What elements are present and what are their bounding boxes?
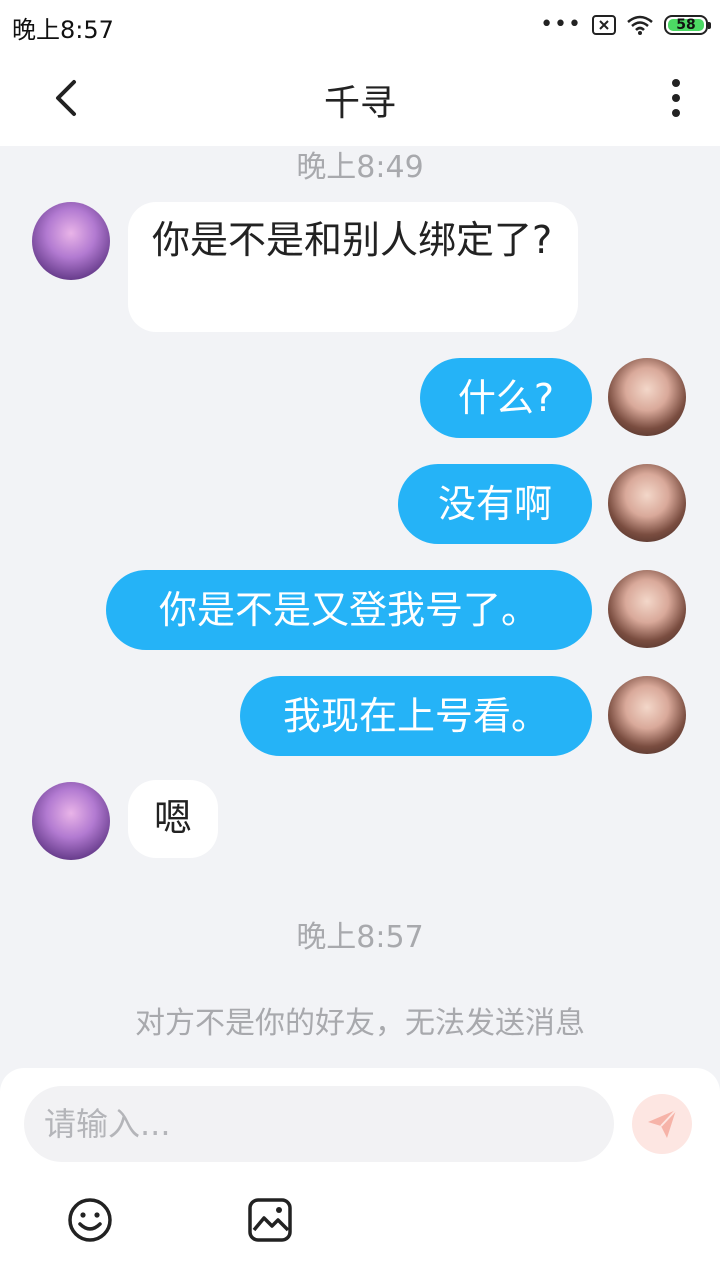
status-bar: 晚上8:57 ••• 58	[0, 0, 720, 50]
input-panel	[0, 1068, 720, 1280]
timestamp: 晚上8:49	[296, 150, 424, 185]
more-dots-icon: •••	[540, 12, 582, 37]
message-bubble-incoming: 你是不是和别人绑定了?	[128, 202, 578, 332]
send-button[interactable]	[632, 1094, 692, 1154]
avatar-contact[interactable]	[32, 782, 110, 860]
avatar-self[interactable]	[608, 676, 686, 754]
more-vertical-icon	[672, 79, 680, 117]
chat-title: 千寻	[323, 83, 396, 124]
battery-icon: 58	[664, 15, 711, 35]
sim-off-icon	[592, 15, 616, 35]
message-bubble-outgoing: 你是不是又登我号了。	[106, 570, 592, 650]
status-time: 晚上8:57	[12, 16, 114, 44]
chat-area: 晚上8:49 你是不是和别人绑定了? 什么? 没有啊 你是不是又登我号了。 我现…	[0, 146, 720, 1066]
send-icon	[648, 1109, 677, 1138]
system-notice: 对方不是你的好友，无法发送消息	[135, 1006, 585, 1041]
avatar-contact[interactable]	[32, 202, 110, 280]
message-input[interactable]	[24, 1086, 614, 1162]
emoji-button[interactable]	[66, 1196, 114, 1244]
message-bubble-incoming: 嗯	[128, 780, 218, 858]
more-options-button[interactable]	[656, 76, 696, 120]
avatar-self[interactable]	[608, 358, 686, 436]
status-icons: ••• 58	[540, 12, 711, 38]
chat-header: 千寻	[0, 50, 720, 146]
image-button[interactable]	[246, 1196, 294, 1244]
avatar-self[interactable]	[608, 464, 686, 542]
avatar-self[interactable]	[608, 570, 686, 648]
image-icon	[248, 1198, 292, 1242]
battery-level: 58	[676, 17, 696, 33]
message-bubble-outgoing: 我现在上号看。	[240, 676, 592, 756]
message-bubble-outgoing: 没有啊	[398, 464, 592, 544]
smiley-icon	[68, 1198, 112, 1242]
message-bubble-outgoing: 什么?	[420, 358, 592, 438]
wifi-icon	[627, 15, 653, 35]
timestamp: 晚上8:57	[296, 920, 424, 955]
